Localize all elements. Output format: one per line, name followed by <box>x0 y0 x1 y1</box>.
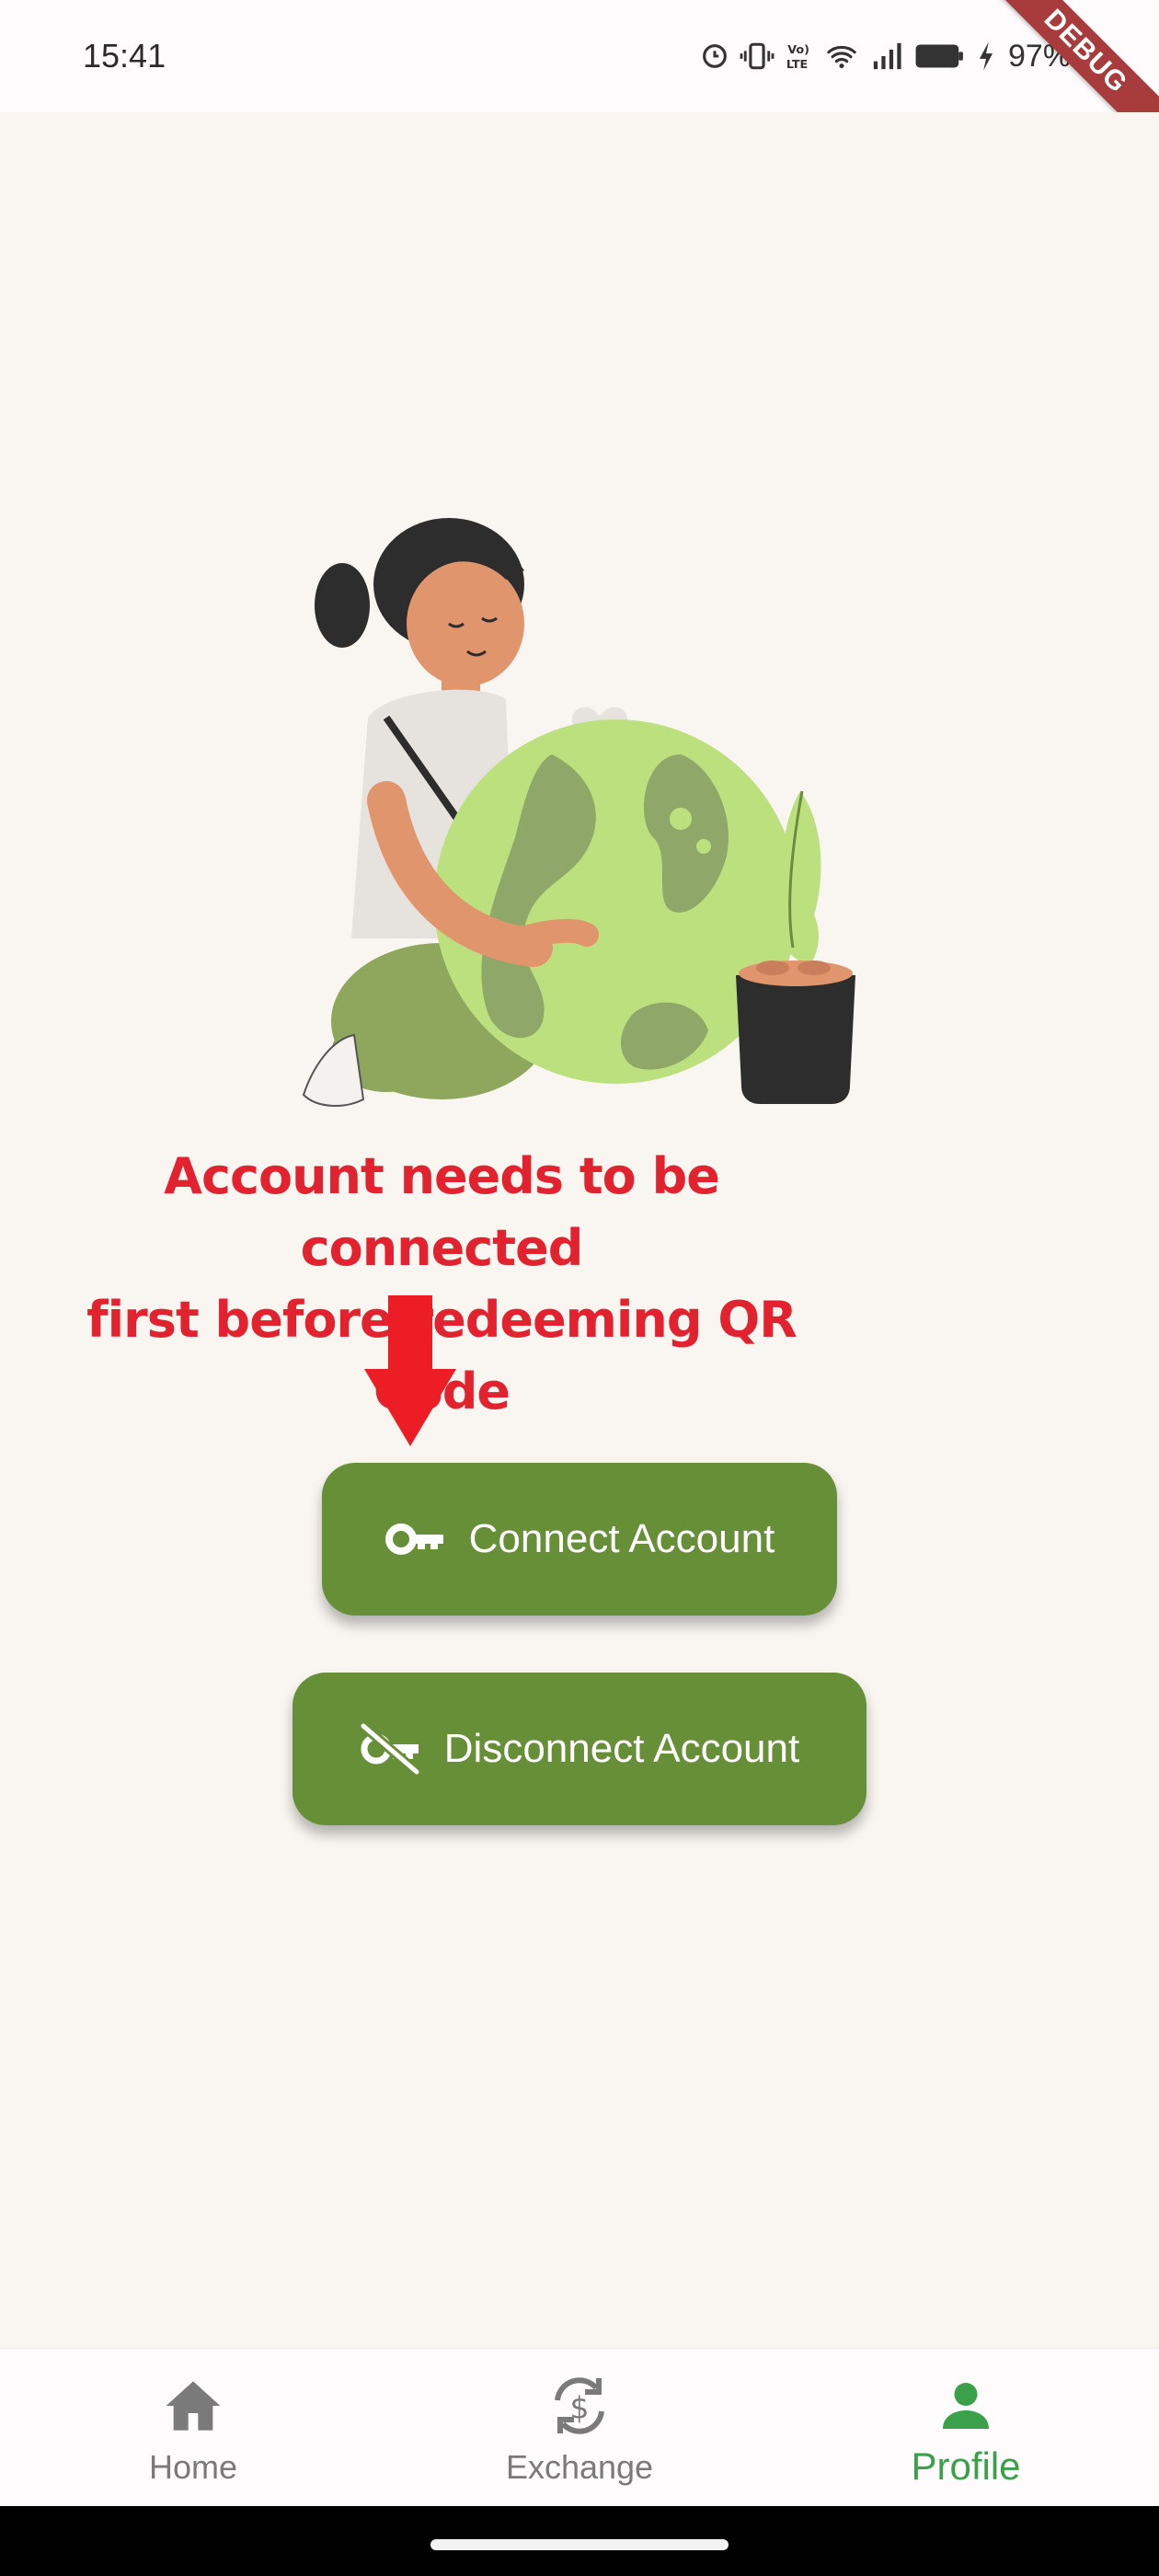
annotation-line-1: Account needs to be connected <box>164 1147 720 1277</box>
currency-exchange-icon: $ <box>555 2377 604 2434</box>
status-time: 15:41 <box>83 37 166 75</box>
disconnect-account-button[interactable]: Disconnect Account <box>293 1673 866 1825</box>
status-bar: 15:41 Vo) LTE 97% DEBUG <box>0 0 1159 164</box>
earth-hug-illustration <box>302 518 855 1107</box>
connect-account-button[interactable]: Connect Account <box>322 1463 837 1616</box>
signal-icon <box>873 42 901 70</box>
status-icons: Vo) LTE 97% <box>699 33 1071 79</box>
key-off-icon <box>360 1722 420 1776</box>
alarm-icon <box>703 44 727 68</box>
nav-item-profile[interactable]: Profile <box>828 2349 1104 2507</box>
disconnect-account-label: Disconnect Account <box>443 1726 800 1771</box>
gesture-handle[interactable] <box>430 2539 729 2550</box>
wifi-icon <box>827 45 856 69</box>
key-icon <box>384 1524 443 1555</box>
bottom-navigation: Home $ Exchange Profile <box>0 2348 1159 2507</box>
charging-icon <box>979 41 993 71</box>
svg-text:$: $ <box>570 2390 590 2426</box>
vibrate-icon <box>740 42 775 70</box>
volte-icon: Vo)LTE <box>786 43 809 72</box>
battery-icon <box>915 44 963 68</box>
home-icon <box>166 2381 221 2431</box>
annotation-arrow-icon <box>364 1295 456 1446</box>
nav-item-home[interactable]: Home <box>55 2349 331 2507</box>
nav-label-exchange: Exchange <box>505 2448 654 2486</box>
nav-label-home: Home <box>148 2448 238 2486</box>
svg-text:LTE: LTE <box>786 58 808 72</box>
connect-account-label: Connect Account <box>468 1516 775 1561</box>
nav-label-profile: Profile <box>911 2444 1021 2488</box>
nav-item-exchange[interactable]: $ Exchange <box>442 2349 717 2507</box>
person-icon <box>943 2383 989 2429</box>
svg-text:Vo): Vo) <box>787 43 809 57</box>
